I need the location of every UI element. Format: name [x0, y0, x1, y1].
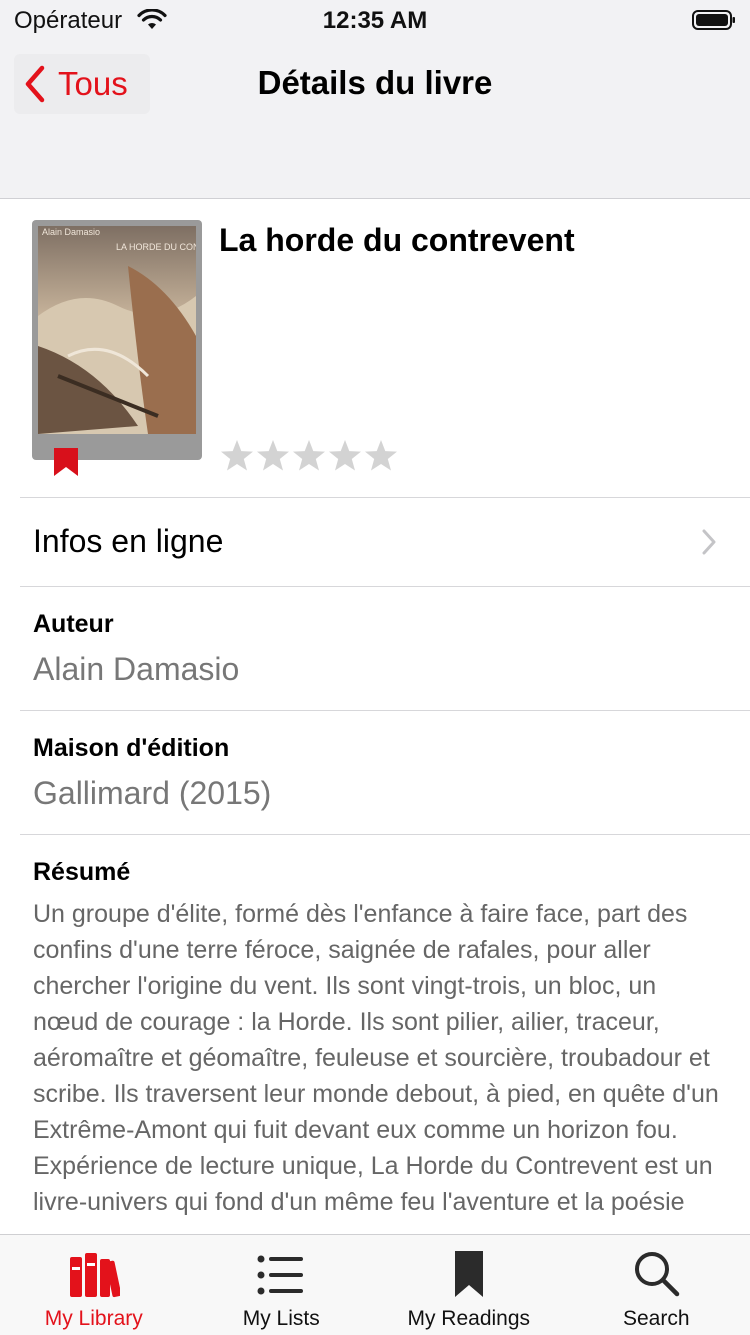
tab-label: My Library: [0, 1307, 188, 1331]
bookmark-icon: [453, 1249, 485, 1299]
online-info-label: Infos en ligne: [33, 523, 223, 560]
rating-stars[interactable]: [219, 438, 399, 474]
tab-label: My Lists: [188, 1307, 376, 1331]
cover-title-text: LA HORDE DU CONTREVENT: [116, 242, 196, 252]
clock: 12:35 AM: [0, 7, 750, 35]
divider: [20, 497, 750, 498]
star-icon-2[interactable]: [255, 438, 291, 474]
search-icon: [632, 1249, 680, 1297]
online-info-row[interactable]: Infos en ligne: [0, 499, 750, 585]
publisher-value: Gallimard (2015): [33, 775, 271, 812]
book-header: Alain Damasio LA HORDE DU CONTREVENT La …: [0, 198, 750, 498]
tab-label: My Readings: [375, 1307, 563, 1331]
navigation-bar: Tous Détails du livre: [0, 40, 750, 199]
cover-illustration: Alain Damasio LA HORDE DU CONTREVENT: [38, 226, 196, 434]
star-icon-1[interactable]: [219, 438, 255, 474]
tab-bar: My Library My Lists My Readings Search: [0, 1234, 750, 1335]
author-value: Alain Damasio: [33, 651, 239, 688]
status-bar: Opérateur 12:35 AM: [0, 0, 750, 40]
divider: [20, 710, 750, 711]
publisher-label: Maison d'édition: [33, 734, 229, 763]
divider: [20, 586, 750, 587]
battery-icon: [692, 9, 736, 31]
summary-text: Un groupe d'élite, formé dès l'enfance à…: [33, 896, 723, 1220]
star-icon-3[interactable]: [291, 438, 327, 474]
chevron-right-icon: [702, 529, 716, 555]
bookmark-ribbon-icon: [52, 448, 80, 476]
book-title: La horde du contrevent: [219, 222, 575, 259]
page-title: Détails du livre: [0, 64, 750, 102]
tab-label: Search: [563, 1307, 750, 1331]
star-icon-4[interactable]: [327, 438, 363, 474]
summary-label: Résumé: [33, 858, 130, 887]
tab-my-lists[interactable]: My Lists: [188, 1235, 376, 1335]
tab-my-readings[interactable]: My Readings: [375, 1235, 563, 1335]
author-label: Auteur: [33, 610, 114, 639]
tab-my-library[interactable]: My Library: [0, 1235, 188, 1335]
list-icon: [257, 1253, 305, 1297]
cover-author-text: Alain Damasio: [42, 227, 100, 237]
star-icon-5[interactable]: [363, 438, 399, 474]
divider: [20, 834, 750, 835]
book-cover[interactable]: Alain Damasio LA HORDE DU CONTREVENT: [32, 220, 202, 460]
library-icon: [68, 1249, 120, 1299]
tab-search[interactable]: Search: [563, 1235, 750, 1335]
